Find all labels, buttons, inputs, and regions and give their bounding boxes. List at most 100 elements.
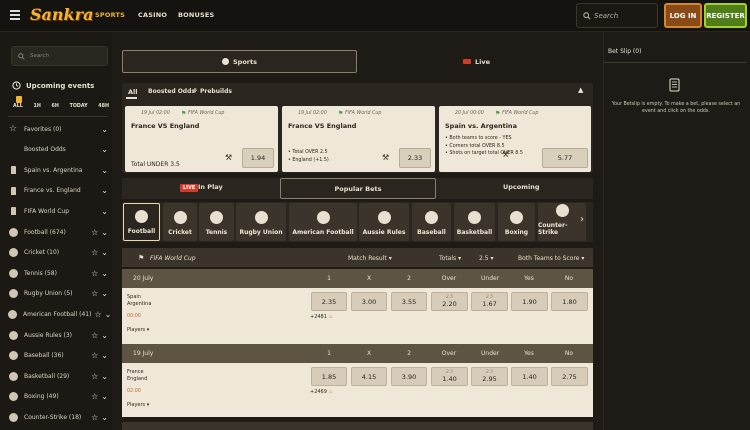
chevron-down-icon[interactable]: ⌄ — [101, 145, 108, 154]
star-icon[interactable]: ☆ — [91, 372, 98, 381]
card-odds-button[interactable]: 2.33 — [399, 148, 431, 168]
star-icon[interactable]: ☆ — [94, 310, 101, 319]
sidebar-item[interactable]: Boosted Odds ⌄ — [8, 140, 108, 160]
odds-button[interactable]: 3.00 — [351, 292, 387, 311]
totals-line-select[interactable]: 2.5 ▾ — [479, 255, 493, 262]
chevron-down-icon[interactable]: ⌄ — [101, 351, 108, 360]
subtab-boosted[interactable]: Boosted Odds — [148, 88, 195, 95]
chevron-down-icon[interactable]: ⌄ — [101, 331, 108, 340]
odds-button[interactable]: 1.40 — [511, 367, 548, 386]
nav-casino[interactable]: CASINO — [138, 11, 167, 19]
tab-live[interactable]: Live — [360, 50, 593, 73]
sport-tile-boxing[interactable]: Boxing — [498, 203, 535, 241]
login-button[interactable]: LOG IN — [664, 3, 702, 28]
sidebar-item[interactable]: Spain vs. Argentina ⌄ — [8, 160, 108, 180]
star-icon[interactable]: ☆ — [91, 289, 98, 298]
chevron-down-icon[interactable]: ⌄ — [101, 207, 108, 216]
star-icon[interactable]: ☆ — [91, 269, 98, 278]
sidebar-item[interactable]: American Football (41) ☆ ⌄ — [8, 304, 111, 324]
market-select[interactable]: Match Result ▾ — [348, 255, 392, 262]
sidebar-item[interactable]: Rugby Union (5) ☆ ⌄ — [8, 284, 108, 304]
sidebar-item[interactable]: Boxing (49) ☆ ⌄ — [8, 387, 108, 407]
chevron-down-icon[interactable]: ⌄ — [101, 248, 108, 257]
chevron-down-icon[interactable]: ⌄ — [105, 310, 112, 319]
chevron-down-icon[interactable]: ⌄ — [101, 372, 108, 381]
sport-tile-aussie-rules[interactable]: Aussie Rules — [359, 203, 409, 241]
star-icon[interactable]: ☆ — [91, 413, 98, 422]
tab-popular-bets[interactable]: Popular Bets — [280, 178, 436, 199]
tab-in-play[interactable]: In Play — [198, 183, 223, 191]
menu-icon[interactable] — [10, 10, 20, 20]
sidebar-item[interactable]: Cricket (10) ☆ ⌄ — [8, 243, 108, 263]
sidebar-item[interactable]: Baseball (36) ☆ ⌄ — [8, 346, 108, 366]
filter-slider-handle[interactable] — [16, 96, 22, 103]
filter-6h[interactable]: 6H — [52, 104, 59, 109]
nav-sports[interactable]: SPORTS — [95, 11, 125, 19]
odds-button[interactable]: 1.90 — [511, 292, 548, 311]
chevron-down-icon[interactable]: ⌄ — [101, 413, 108, 422]
subtab-all[interactable]: All — [128, 88, 138, 96]
tab-sports[interactable]: Sports — [122, 50, 357, 73]
chevron-down-icon[interactable]: ⌄ — [101, 125, 108, 134]
filter-1h[interactable]: 1H — [34, 104, 41, 109]
odds-button[interactable]: 2.5 1.67 — [471, 292, 508, 311]
sidebar-item[interactable]: Basketball (29) ☆ ⌄ — [8, 366, 108, 386]
more-markets[interactable]: +2481 ♨ — [310, 314, 333, 320]
sidebar-item[interactable]: Counter-Strike (18) ☆ ⌄ — [8, 407, 108, 427]
odds-button[interactable]: 2.5 2.95 — [471, 367, 508, 386]
chevron-down-icon[interactable]: ⌄ — [101, 186, 108, 195]
odds-button[interactable]: 4.15 — [351, 367, 387, 386]
sidebar-item[interactable]: Football (674) ☆ ⌄ — [8, 222, 108, 242]
tab-upcoming[interactable]: Upcoming — [503, 183, 540, 191]
star-icon[interactable]: ☆ — [91, 248, 98, 257]
filter-48h[interactable]: 48H — [98, 104, 109, 109]
sport-tile-tennis[interactable]: Tennis — [199, 203, 234, 241]
star-icon[interactable]: ☆ — [91, 331, 98, 340]
search-input[interactable]: Search — [576, 3, 658, 28]
sport-tile-cricket[interactable]: Cricket — [163, 203, 197, 241]
star-icon[interactable]: ☆ — [91, 351, 98, 360]
card-odds-button[interactable]: 5.77 — [542, 148, 588, 168]
odds-button[interactable]: 3.90 — [391, 367, 427, 386]
odds-button[interactable]: 2.75 — [551, 367, 588, 386]
filter-all[interactable]: ALL — [13, 104, 23, 109]
odds-button[interactable]: 3.55 — [391, 292, 427, 311]
sidebar-item[interactable]: Tennis (58) ☆ ⌄ — [8, 263, 108, 283]
players-toggle[interactable]: Players ▾ — [127, 327, 149, 333]
chevron-down-icon[interactable]: ⌄ — [101, 228, 108, 237]
nav-bonuses[interactable]: BONUSES — [178, 11, 214, 19]
btts-select[interactable]: Both Teams to Score ▾ — [518, 255, 584, 262]
card-odds-button[interactable]: 1.94 — [242, 148, 274, 168]
subtab-prebuilds[interactable]: Prebuilds — [200, 88, 232, 95]
odds-button[interactable]: 1.85 — [311, 367, 347, 386]
chevron-down-icon[interactable]: ⌄ — [101, 166, 108, 175]
odds-button[interactable]: 1.80 — [551, 292, 588, 311]
odds-button[interactable]: 2.5 2.20 — [431, 292, 468, 311]
chevron-down-icon[interactable]: ⌄ — [101, 392, 108, 401]
brand-logo[interactable]: Sankra — [30, 5, 93, 24]
odds-button[interactable]: 2.5 1.40 — [431, 367, 468, 386]
star-icon[interactable]: ☆ — [91, 228, 98, 237]
filter-today[interactable]: TODAY — [70, 104, 88, 109]
sport-tile-rugby-union[interactable]: Rugby Union — [236, 203, 286, 241]
sidebar-item[interactable]: Aussie Rules (3) ☆ ⌄ — [8, 325, 108, 345]
chevron-right-icon[interactable]: › — [580, 214, 584, 225]
sport-tile-basketball[interactable]: Basketball — [454, 203, 495, 241]
star-icon[interactable]: ☆ — [91, 392, 98, 401]
sport-tile-counter-strike[interactable]: Counter-Strike — [538, 203, 586, 241]
sport-tile-football[interactable]: Football — [123, 203, 160, 241]
odds-button[interactable]: 2.35 — [311, 292, 347, 311]
register-button[interactable]: REGISTER — [704, 3, 747, 28]
sport-tile-american-football[interactable]: American Football — [289, 203, 357, 241]
chevron-down-icon[interactable]: ⌄ — [101, 289, 108, 298]
sport-tile-baseball[interactable]: Baseball — [412, 203, 451, 241]
totals-select[interactable]: Totals ▾ — [439, 255, 461, 262]
sidebar-item[interactable]: ☆ Favorites (0) ⌄ — [8, 119, 108, 139]
more-markets[interactable]: +2469 ♨ — [310, 389, 333, 395]
sidebar-item[interactable]: France vs. England ⌄ — [8, 181, 108, 201]
chevron-down-icon[interactable]: ⌄ — [101, 269, 108, 278]
collapse-icon[interactable]: ▲ — [578, 86, 583, 94]
sidebar-search-input[interactable]: Search — [11, 46, 108, 66]
sidebar-item[interactable]: FIFA World Cup ⌄ — [8, 201, 108, 221]
players-toggle[interactable]: Players ▾ — [127, 402, 149, 408]
